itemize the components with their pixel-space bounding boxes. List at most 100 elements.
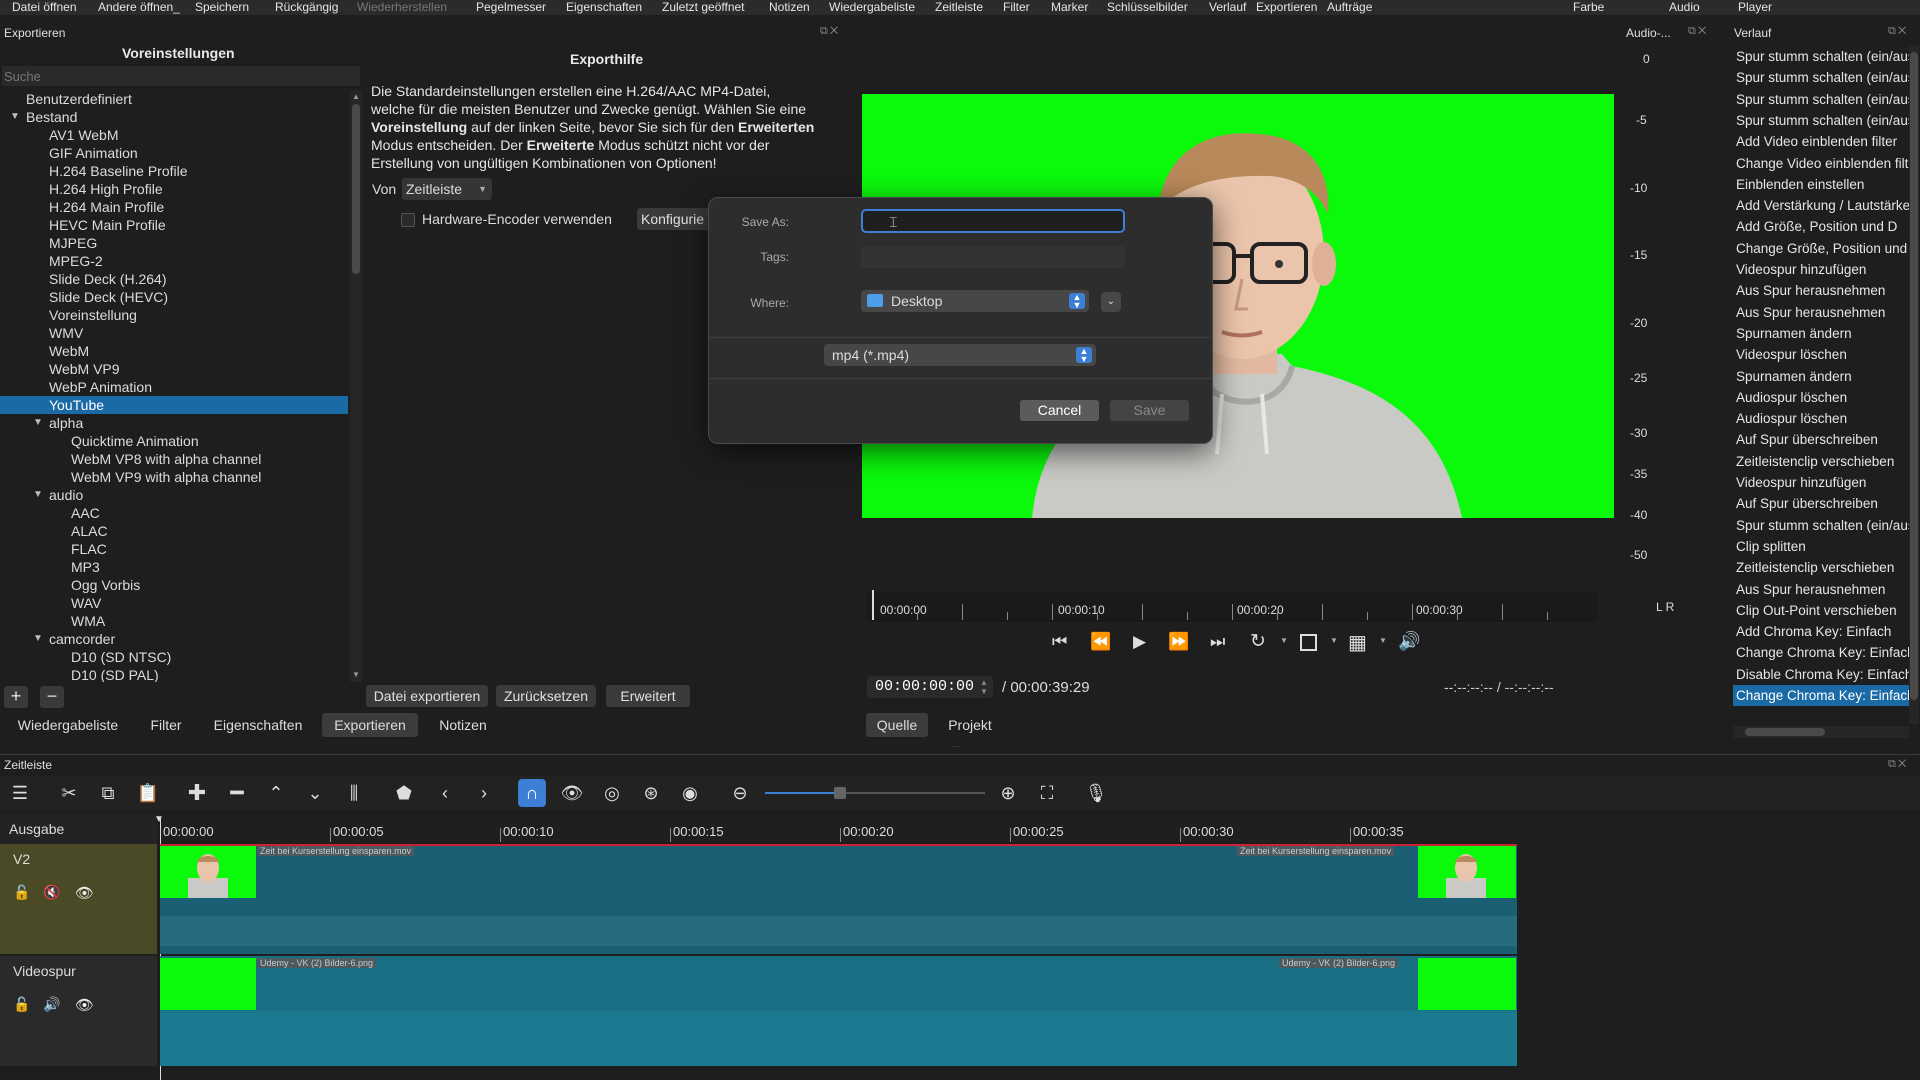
- previous-marker-icon[interactable]: ‹: [431, 779, 459, 807]
- ripple-icon[interactable]: ◎: [598, 779, 626, 807]
- preset-item[interactable]: WebM VP9 with alpha channel: [0, 468, 348, 486]
- history-item[interactable]: Change Größe, Position und: [1733, 238, 1909, 259]
- preset-item[interactable]: GIF Animation: [0, 144, 348, 162]
- panel-window-buttons-icon[interactable]: ⧉✕: [1888, 758, 1908, 771]
- tab-export[interactable]: Exportieren: [322, 713, 418, 737]
- paste-icon[interactable]: 📋: [134, 779, 162, 807]
- menu-item[interactable]: Rückgängig: [275, 0, 338, 15]
- history-item[interactable]: Spur stumm schalten (ein/aus): [1733, 515, 1909, 536]
- preset-item[interactable]: WMV: [0, 324, 348, 342]
- panel-window-buttons-icon[interactable]: ⧉✕: [1688, 25, 1708, 38]
- history-item[interactable]: Disable Chroma Key: Einfach: [1733, 664, 1909, 685]
- play-icon[interactable]: ▶: [1133, 632, 1146, 652]
- mute-icon[interactable]: 🔇: [43, 884, 60, 901]
- preset-item[interactable]: D10 (SD NTSC): [0, 648, 348, 666]
- history-item[interactable]: Add Größe, Position und D: [1733, 216, 1909, 237]
- menu-item[interactable]: Player: [1738, 0, 1772, 15]
- history-item[interactable]: Spur stumm schalten (ein/aus): [1733, 67, 1909, 88]
- preset-item[interactable]: ALAC: [0, 522, 348, 540]
- overwrite-icon[interactable]: ⌄: [301, 779, 329, 807]
- ripple-all-tracks-icon[interactable]: ⊛: [637, 779, 665, 807]
- where-select[interactable]: Desktop ▲ ▼: [861, 290, 1089, 312]
- save-as-input[interactable]: [861, 209, 1125, 233]
- menu-item[interactable]: Farbe: [1573, 0, 1604, 15]
- preset-item[interactable]: ▼ camcorder: [0, 630, 348, 648]
- preset-item[interactable]: AV1 WebM: [0, 126, 348, 144]
- visibility-icon[interactable]: 👁: [75, 884, 94, 902]
- reset-button[interactable]: Zurücksetzen: [496, 685, 596, 707]
- menu-item[interactable]: Wiedergabeliste: [829, 0, 915, 15]
- history-item[interactable]: Videospur löschen: [1733, 344, 1909, 365]
- history-item[interactable]: Add Chroma Key: Einfach: [1733, 621, 1909, 642]
- volume-icon[interactable]: 🔊: [1398, 631, 1420, 652]
- loop-icon[interactable]: ↻: [1250, 630, 1266, 653]
- preset-tree-scroll-thumb[interactable]: [352, 104, 360, 274]
- history-item[interactable]: Spurnamen ändern: [1733, 366, 1909, 387]
- history-item[interactable]: Add Verstärkung / Lautstärke: [1733, 195, 1909, 216]
- preset-item[interactable]: WebM VP9: [0, 360, 348, 378]
- clip-v2[interactable]: [160, 844, 1517, 954]
- preset-item[interactable]: WebM: [0, 342, 348, 360]
- menu-icon[interactable]: ☰: [6, 779, 34, 807]
- track-header-videospur[interactable]: Videospur 🔓 🔊 👁: [0, 956, 157, 1066]
- menu-item[interactable]: Filter: [1003, 0, 1030, 15]
- cancel-button[interactable]: Cancel: [1020, 400, 1099, 421]
- lift-icon[interactable]: ⌃: [262, 779, 290, 807]
- zoom-fit-icon[interactable]: [1300, 634, 1317, 651]
- history-item[interactable]: Clip splitten: [1733, 536, 1909, 557]
- preset-item[interactable]: AAC: [0, 504, 348, 522]
- preset-item[interactable]: Quicktime Animation: [0, 432, 348, 450]
- lock-icon[interactable]: 🔓: [13, 996, 30, 1013]
- visibility-icon[interactable]: 👁: [75, 996, 94, 1014]
- remove-preset-button[interactable]: −: [40, 686, 64, 708]
- preset-item[interactable]: H.264 Baseline Profile: [0, 162, 348, 180]
- rewind-icon[interactable]: ⏪: [1090, 632, 1111, 652]
- volume-icon[interactable]: 🔊: [43, 996, 60, 1013]
- menu-item[interactable]: Exportieren: [1256, 0, 1317, 15]
- record-audio-icon[interactable]: 🎙: [1082, 779, 1110, 807]
- menu-item[interactable]: Andere öffnen_: [98, 0, 180, 15]
- menu-item[interactable]: Audio: [1669, 0, 1700, 15]
- history-item[interactable]: Zeitleistenclip verschieben: [1733, 451, 1909, 472]
- configure-button[interactable]: Konfigurie: [637, 208, 717, 230]
- splitter-handle-icon[interactable]: ⋯: [952, 742, 960, 751]
- preset-item[interactable]: Slide Deck (H.264): [0, 270, 348, 288]
- history-item[interactable]: Spur stumm schalten (ein/aus): [1733, 46, 1909, 67]
- ripple-markers-icon[interactable]: ◉: [676, 779, 704, 807]
- history-item[interactable]: Einblenden einstellen: [1733, 174, 1909, 195]
- ripple-delete-icon[interactable]: ━: [223, 779, 251, 807]
- timecode-field[interactable]: 00:00:00:00: [867, 676, 993, 698]
- preset-item[interactable]: WebP Animation: [0, 378, 348, 396]
- menu-item[interactable]: Pegelmesser: [476, 0, 546, 15]
- marker-icon[interactable]: ⬟: [390, 779, 418, 807]
- expand-arrow-icon[interactable]: ▼: [33, 630, 43, 648]
- expand-arrow-icon[interactable]: ▼: [33, 414, 43, 432]
- preset-search-input[interactable]: [2, 66, 360, 86]
- preset-item[interactable]: HEVC Main Profile: [0, 216, 348, 234]
- zoom-in-icon[interactable]: ⊕: [994, 779, 1022, 807]
- history-scroll-thumb[interactable]: [1910, 52, 1918, 700]
- preset-item[interactable]: FLAC: [0, 540, 348, 558]
- preset-item[interactable]: Ogg Vorbis: [0, 576, 348, 594]
- history-item[interactable]: Auf Spur überschreiben: [1733, 493, 1909, 514]
- cut-icon[interactable]: ✂: [55, 779, 83, 807]
- expand-arrow-icon[interactable]: ▼: [10, 108, 20, 126]
- preset-item[interactable]: WebM VP8 with alpha channel: [0, 450, 348, 468]
- history-item[interactable]: Clip Out-Point verschieben: [1733, 600, 1909, 621]
- menu-item[interactable]: Verlauf: [1209, 0, 1246, 15]
- copy-icon[interactable]: ⧉: [94, 779, 122, 807]
- menu-item[interactable]: Aufträge: [1327, 0, 1372, 15]
- chevron-down-icon[interactable]: ▼: [1280, 636, 1288, 645]
- preset-item[interactable]: ▼ alpha: [0, 414, 348, 432]
- player-playhead[interactable]: [872, 590, 874, 620]
- tab-filter[interactable]: Filter: [140, 713, 192, 737]
- scroll-down-icon[interactable]: ▼: [352, 670, 360, 679]
- scrub-icon[interactable]: 👁: [558, 779, 586, 807]
- advanced-button[interactable]: Erweitert: [606, 685, 690, 707]
- menu-item[interactable]: Notizen: [769, 0, 810, 15]
- history-item[interactable]: Change Chroma Key: Einfach: [1733, 685, 1909, 706]
- snap-icon[interactable]: ∩: [518, 779, 546, 807]
- preset-item[interactable]: YouTube: [0, 396, 348, 414]
- grid-icon[interactable]: ▦: [1348, 630, 1367, 655]
- history-item[interactable]: Spurnamen ändern: [1733, 323, 1909, 344]
